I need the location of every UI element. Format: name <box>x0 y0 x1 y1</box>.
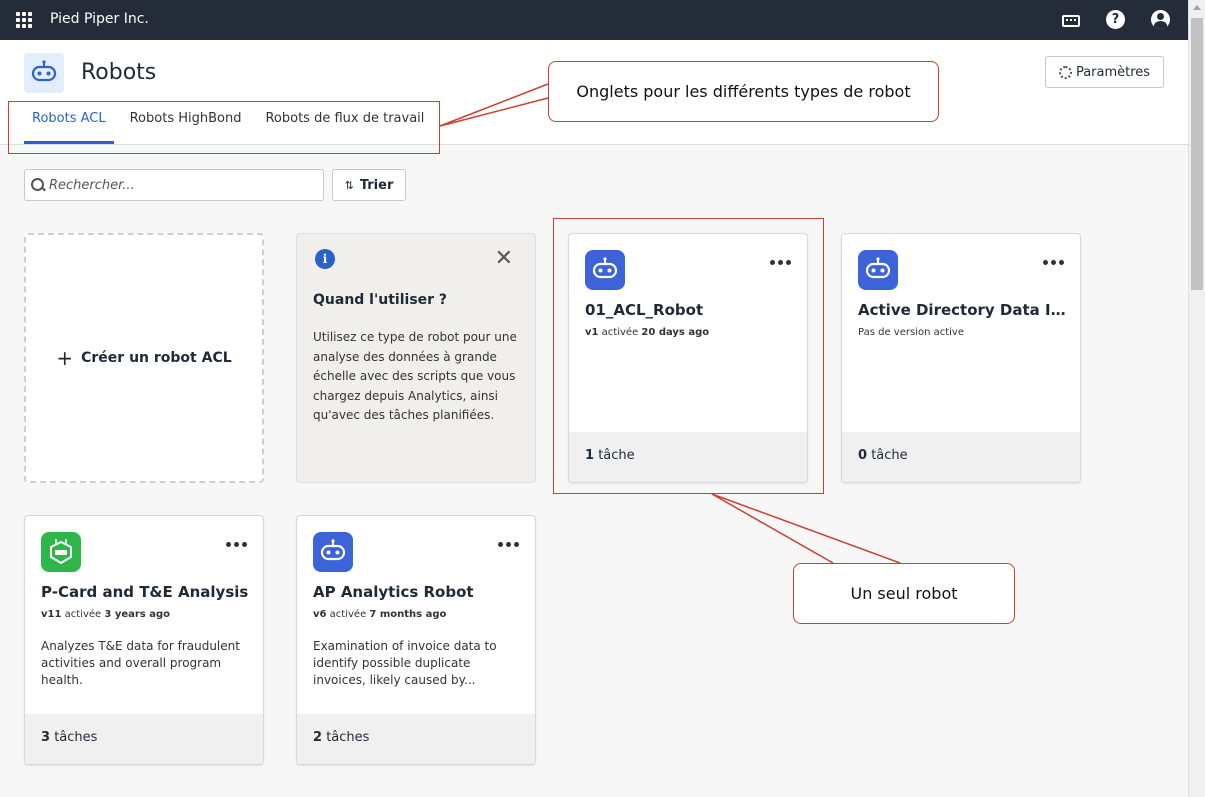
settings-button[interactable]: Paramètres <box>1045 56 1164 88</box>
info-text: Utilisez ce type de robot pour une analy… <box>313 330 517 422</box>
task-label: tâches <box>326 730 370 745</box>
task-count: 0 <box>858 448 868 463</box>
page-title: Robots <box>81 60 157 85</box>
robot-version-info: v6 activée 7 months ago <box>313 609 446 620</box>
create-robot-label: Créer un robot ACL <box>81 350 232 366</box>
robot-name[interactable]: AP Analytics Robot <box>313 583 523 601</box>
robot-status: activée <box>329 609 367 620</box>
robot-status: activée <box>64 609 102 620</box>
robot-task-footer: 0 tâche <box>842 432 1080 482</box>
robot-status-text: Pas de version active <box>858 327 964 338</box>
page-scrollbar[interactable] <box>1188 0 1205 797</box>
robot-task-footer: 2 tâches <box>297 714 535 764</box>
user-avatar-icon[interactable] <box>1151 10 1170 29</box>
task-count: 2 <box>313 730 323 745</box>
more-options-icon[interactable] <box>226 542 247 547</box>
robot-highlight-box <box>553 218 824 494</box>
sort-button[interactable]: ⇅ Trier <box>332 169 406 201</box>
robot-callout: Un seul robot <box>793 563 1015 624</box>
top-nav-bar: Pied Piper Inc. ? <box>0 0 1188 40</box>
scroll-thumb[interactable] <box>1191 18 1203 290</box>
help-icon[interactable]: ? <box>1106 10 1125 29</box>
plus-icon: + <box>56 346 74 370</box>
settings-label: Paramètres <box>1075 64 1151 80</box>
sort-label: Trier <box>359 177 394 193</box>
search-input[interactable] <box>49 177 309 193</box>
robot-version: v6 <box>313 609 327 620</box>
robot-icon <box>858 250 898 290</box>
keyboard-icon[interactable] <box>1062 14 1080 27</box>
task-label: tâches <box>54 730 98 745</box>
nav-actions: ? <box>1062 10 1170 29</box>
robot-description: Analyzes T&E data for fraudulent activit… <box>41 639 240 687</box>
info-card: i ✕ Quand l'utiliser ? Utilisez ce type … <box>296 233 536 483</box>
close-icon[interactable]: ✕ <box>495 246 513 271</box>
robot-time: 3 years ago <box>104 609 171 620</box>
app-launcher-icon[interactable] <box>16 12 32 28</box>
task-label: tâche <box>871 448 908 463</box>
tabs-highlight-box <box>8 101 440 154</box>
search-icon <box>31 178 45 192</box>
robot-icon <box>41 532 81 572</box>
info-icon: i <box>315 249 335 269</box>
robot-card[interactable]: P-Card and T&E Analysis v11 activée 3 ye… <box>24 515 264 765</box>
create-acl-robot-card[interactable]: + Créer un robot ACL <box>24 233 264 483</box>
task-count: 3 <box>41 730 51 745</box>
robot-version-info: v11 activée 3 years ago <box>41 609 170 620</box>
robot-card[interactable]: AP Analytics Robot v6 activée 7 months a… <box>296 515 536 765</box>
robot-name[interactable]: P-Card and T&E Analysis <box>41 583 251 601</box>
sort-arrows-icon: ⇅ <box>344 178 354 192</box>
org-name[interactable]: Pied Piper Inc. <box>50 11 149 27</box>
robot-card[interactable]: Active Directory Data Int... Pas de vers… <box>841 233 1081 483</box>
robot-name[interactable]: Active Directory Data Int... <box>858 301 1068 319</box>
robot-time: 7 months ago <box>369 609 447 620</box>
robot-header-icon <box>24 53 64 93</box>
info-title: Quand l'utiliser ? <box>313 292 448 308</box>
scroll-up-icon[interactable] <box>1193 5 1201 10</box>
tabs-callout: Onglets pour les différents types de rob… <box>548 61 939 122</box>
more-options-icon[interactable] <box>498 542 519 547</box>
robot-description: Examination of invoice data to identify … <box>313 639 497 687</box>
robot-task-footer: 3 tâches <box>25 714 263 764</box>
robot-icon <box>313 532 353 572</box>
robot-version: v11 <box>41 609 62 620</box>
gear-icon <box>1058 65 1072 79</box>
search-box <box>24 169 324 201</box>
more-options-icon[interactable] <box>1043 260 1064 265</box>
